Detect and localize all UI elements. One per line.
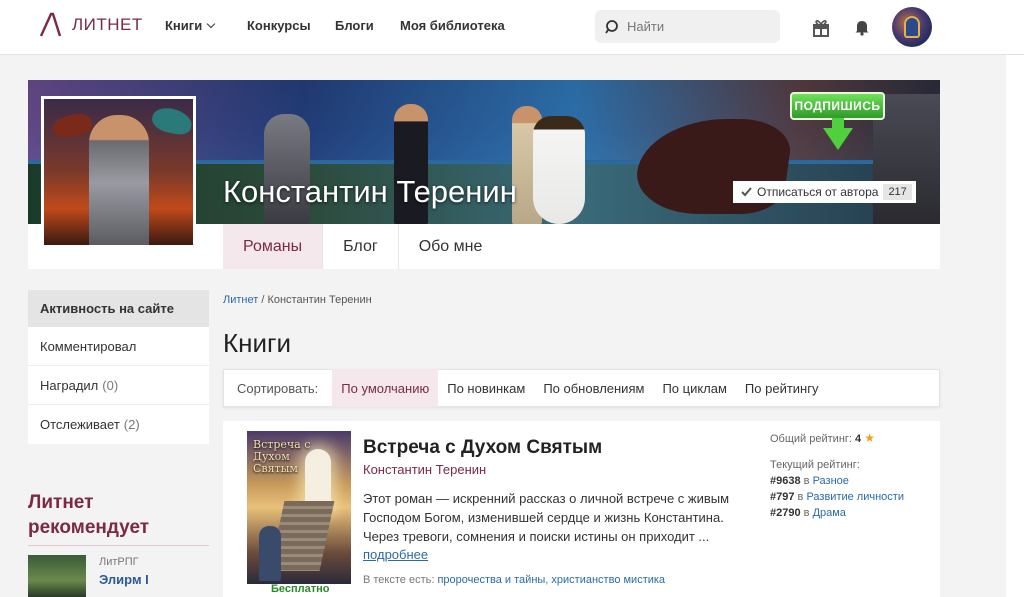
breadcrumb-home[interactable]: Литнет bbox=[223, 294, 258, 306]
sort-updates[interactable]: По обновлениям bbox=[534, 369, 653, 407]
sort-bar: Сортировать: По умолчанию По новинкам По… bbox=[223, 369, 940, 407]
activity-item-label: Отслеживает bbox=[40, 417, 120, 432]
chevron-down-icon bbox=[206, 19, 216, 29]
nav-books-label: Книги bbox=[165, 18, 203, 33]
nav-contests[interactable]: Конкурсы bbox=[247, 18, 311, 33]
activity-item-commented[interactable]: Комментировал bbox=[28, 327, 209, 366]
tag-link[interactable]: пророчества и тайны bbox=[437, 574, 545, 586]
logo-mark-icon bbox=[39, 12, 62, 37]
book-cover[interactable]: Встреча с Духом Святым bbox=[247, 431, 351, 584]
sort-series[interactable]: По циклам bbox=[653, 369, 735, 407]
user-avatar[interactable] bbox=[892, 7, 932, 47]
search-box[interactable] bbox=[595, 10, 780, 43]
rank-in-word: в bbox=[797, 491, 804, 503]
activity-item-count: (2) bbox=[123, 417, 140, 432]
activity-item-label: Наградил bbox=[40, 377, 99, 393]
nav-my-library[interactable]: Моя библиотека bbox=[400, 18, 505, 33]
recommend-divider bbox=[28, 545, 209, 546]
overall-rating-label: Общий рейтинг: bbox=[770, 433, 852, 445]
current-rating-label: Текущий рейтинг: bbox=[770, 459, 860, 471]
notifications-button[interactable] bbox=[851, 16, 873, 38]
sort-default[interactable]: По умолчанию bbox=[332, 369, 439, 407]
sort-newest[interactable]: По новинкам bbox=[438, 369, 534, 407]
gift-button[interactable] bbox=[810, 16, 832, 38]
rank-value: #9638 bbox=[770, 475, 801, 487]
rank-value: #797 bbox=[770, 491, 795, 503]
tag-link[interactable]: христианство мистика bbox=[551, 574, 665, 586]
book-title[interactable]: Встреча с Духом Святым bbox=[363, 437, 602, 459]
breadcrumb-current: Константин Теренин bbox=[267, 294, 372, 306]
rank-in-word: в bbox=[803, 475, 810, 487]
recommended-book-cover[interactable] bbox=[28, 555, 86, 597]
overall-rating-value: 4 bbox=[855, 433, 862, 445]
tags-prefix: В тексте есть: bbox=[363, 574, 435, 586]
recommended-book-title[interactable]: Элирм I bbox=[99, 572, 149, 587]
activity-item-count: (0) bbox=[102, 377, 119, 393]
subscribe-badge: ПОДПИШИСЬ bbox=[790, 92, 885, 120]
activity-item-following[interactable]: Отслеживает (2) bbox=[28, 405, 209, 444]
page-title: Книги bbox=[223, 328, 292, 358]
arrow-down-icon bbox=[823, 128, 853, 150]
book-description: Этот роман — искренний рассказ о личной … bbox=[363, 491, 730, 544]
activity-item-label: Комментировал bbox=[40, 338, 137, 354]
book-author[interactable]: Константин Теренин bbox=[363, 462, 486, 477]
recommend-title: Литнет рекомендует bbox=[28, 492, 150, 538]
search-icon bbox=[605, 19, 618, 33]
cover-title: Встреча с Духом Святым bbox=[253, 438, 311, 475]
nav-blogs[interactable]: Блоги bbox=[335, 18, 374, 33]
check-icon bbox=[741, 187, 752, 197]
book-card: Встреча с Духом Святым Бесплатно Встреча… bbox=[223, 421, 940, 597]
sort-label: Сортировать: bbox=[237, 380, 319, 396]
author-photo bbox=[41, 96, 196, 248]
logo-text: ЛИТНЕТ bbox=[72, 15, 143, 34]
tab-about[interactable]: Обо мне bbox=[399, 224, 503, 269]
book-tags: В тексте есть: пророчества и тайны, хрис… bbox=[363, 574, 665, 586]
top-navbar: ЛИТНЕТ Книги Конкурсы Блоги Моя библиоте… bbox=[0, 0, 1024, 55]
right-edge bbox=[1006, 55, 1024, 597]
profile-tabs: Романы Блог Обо мне bbox=[223, 224, 940, 269]
author-name: Константин Теренин bbox=[223, 174, 517, 209]
nav-books[interactable]: Книги bbox=[165, 18, 216, 33]
sort-rating[interactable]: По рейтингу bbox=[736, 369, 828, 407]
bride-figure bbox=[533, 116, 585, 224]
gift-icon bbox=[813, 20, 829, 37]
site-logo[interactable]: ЛИТНЕТ bbox=[38, 12, 143, 38]
tab-novels[interactable]: Романы bbox=[223, 224, 324, 269]
activity-item-awarded[interactable]: Наградил (0) bbox=[28, 366, 209, 405]
recommended-book-genre: ЛитРПГ bbox=[99, 556, 139, 568]
subscriber-count: 217 bbox=[883, 184, 912, 200]
book-ratings: Общий рейтинг: 4 ★ Текущий рейтинг: #963… bbox=[770, 431, 935, 523]
unsubscribe-button[interactable]: Отписаться от автора 217 bbox=[733, 181, 916, 203]
activity-panel: Активность на сайте Комментировал Наград… bbox=[28, 290, 209, 444]
rank-value: #2790 bbox=[770, 507, 801, 519]
tab-blog[interactable]: Блог bbox=[323, 224, 399, 269]
price-label: Бесплатно bbox=[271, 583, 330, 595]
bell-icon bbox=[855, 21, 869, 36]
more-link[interactable]: подробнее bbox=[363, 547, 428, 562]
search-input[interactable] bbox=[627, 19, 767, 34]
rank-category-link[interactable]: Разное bbox=[813, 475, 849, 487]
rank-in-word: в bbox=[803, 507, 810, 519]
breadcrumb: Литнет / Константин Теренин bbox=[223, 294, 372, 306]
rank-category-link[interactable]: Развитие личности bbox=[806, 491, 904, 503]
star-icon: ★ bbox=[864, 431, 875, 445]
activity-title: Активность на сайте bbox=[28, 290, 209, 327]
rank-category-link[interactable]: Драма bbox=[813, 507, 846, 519]
unsubscribe-label: Отписаться от автора bbox=[757, 185, 879, 199]
